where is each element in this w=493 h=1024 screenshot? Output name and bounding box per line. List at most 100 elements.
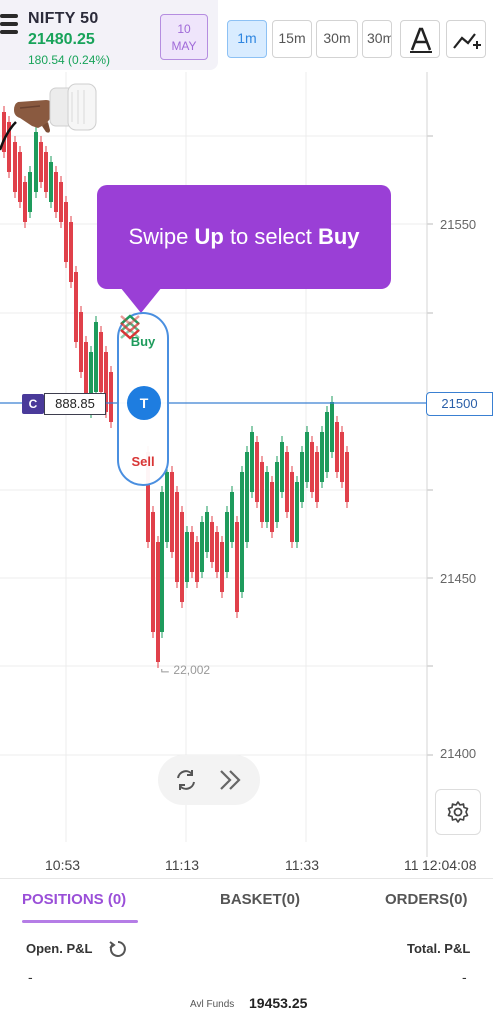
low-marker: ⌙ 22,002	[160, 663, 211, 677]
candle-body-13	[69, 222, 73, 282]
swipe-handle[interactable]: T	[127, 386, 161, 420]
candle-body-35	[210, 522, 214, 562]
current-price-label: 21500	[426, 392, 493, 416]
open-pnl-label: Open. P&L	[26, 941, 93, 956]
positions-panel: POSITIONS (0) BASKET(0) ORDERS(0) Open. …	[0, 878, 493, 1024]
candle-body-48	[275, 462, 279, 522]
candle-body-19	[99, 332, 103, 392]
candle-body-53	[300, 452, 304, 502]
candle-body-38	[225, 512, 229, 572]
text-tool-icon	[410, 27, 432, 53]
timeframe-30m-button[interactable]: 30m	[316, 20, 358, 58]
timeframe-1m-button[interactable]: 1m	[227, 20, 267, 58]
candle-body-24	[156, 542, 160, 662]
pointing-hand-icon	[0, 83, 97, 151]
candle-body-41	[240, 472, 244, 592]
fast-forward-icon[interactable]	[218, 768, 244, 792]
candle-body-30	[185, 532, 189, 582]
tooltip-arrow	[120, 287, 162, 313]
candle-body-23	[151, 512, 155, 632]
candle-body-58	[325, 412, 329, 472]
price-label-21400: 21400	[440, 746, 477, 761]
candle-body-21	[109, 372, 113, 422]
candle-body-5	[28, 172, 32, 212]
refresh-icon[interactable]	[108, 939, 128, 959]
candle-body-45	[260, 462, 264, 522]
tab-positions[interactable]: POSITIONS (0)	[22, 891, 126, 908]
indicator-tool-button[interactable]	[446, 20, 486, 58]
menu-icon[interactable]	[0, 14, 20, 40]
candle-body-4	[23, 182, 27, 222]
candle-body-12	[64, 202, 68, 262]
available-funds-label: Avl Funds	[190, 999, 235, 1010]
tooltip-prefix: Swipe	[128, 224, 195, 249]
refresh-icon[interactable]	[174, 768, 198, 792]
candle-body-54	[305, 432, 309, 482]
candle-body-60	[335, 422, 339, 472]
available-funds-value: 19453.25	[249, 995, 308, 1011]
candle-body-31	[190, 532, 194, 572]
open-pnl-value: -	[28, 969, 33, 985]
price-label-21450: 21450	[440, 571, 477, 586]
candle-body-49	[280, 442, 284, 492]
expiry-badge[interactable]: 10 MAY	[160, 14, 208, 60]
price-label-21550: 21550	[440, 217, 477, 232]
expiry-month: MAY	[171, 39, 197, 53]
swipe-trade-control[interactable]: Buy T Sell	[117, 312, 169, 486]
time-label-1133: 11:33	[285, 857, 319, 873]
price-chart[interactable]: 21550 21450 21400 10:53 11:13 11:33 11 1…	[0, 72, 493, 878]
candle-body-37	[220, 542, 224, 592]
symbol-change: 180.54 (0.24%)	[28, 53, 111, 67]
candle-body-62	[345, 452, 349, 502]
time-label-1053: 10:53	[45, 857, 81, 873]
candle-body-34	[205, 512, 209, 552]
header-bar: NIFTY 50 21480.25 180.54 (0.24%) 10 MAY …	[0, 0, 493, 72]
candle-body-57	[320, 432, 324, 482]
candle-body-44	[255, 442, 259, 502]
candle-body-32	[195, 542, 199, 582]
candle-body-18	[94, 322, 98, 392]
tab-basket[interactable]: BASKET(0)	[220, 891, 300, 908]
text-tool-button[interactable]	[400, 20, 440, 58]
c-badge: C	[22, 394, 44, 414]
candle-body-9	[49, 162, 53, 202]
candle-body-26	[165, 472, 169, 542]
tooltip-action: Buy	[317, 224, 360, 249]
swipe-sell-label: Sell	[131, 454, 155, 469]
symbol-info[interactable]: NIFTY 50 21480.25 180.54 (0.24%) 10 MAY	[0, 0, 218, 70]
total-pnl-value: -	[462, 969, 467, 985]
candle-body-11	[59, 182, 63, 222]
time-label-1113: 11:13	[165, 857, 199, 873]
candle-body-55	[310, 442, 314, 492]
candle-body-43	[250, 432, 254, 492]
total-pnl-label: Total. P&L	[407, 941, 471, 956]
chart-settings-button[interactable]	[435, 789, 481, 835]
candle-body-59	[330, 402, 334, 452]
candle-body-61	[340, 432, 344, 482]
candle-body-39	[230, 492, 234, 542]
tab-orders[interactable]: ORDERS(0)	[385, 891, 468, 908]
timeframe-more-button[interactable]: 30m	[362, 20, 392, 58]
candle-body-52	[295, 482, 299, 542]
timeframe-15m-button[interactable]: 15m	[272, 20, 312, 58]
candle-body-33	[200, 522, 204, 572]
expiry-day: 10	[177, 22, 191, 36]
candle-body-14	[74, 272, 78, 342]
candle-body-29	[180, 512, 184, 602]
candle-body-51	[290, 472, 294, 542]
candle-body-56	[315, 452, 319, 502]
candle-body-27	[170, 472, 174, 552]
time-label-partial: 11	[404, 857, 419, 873]
candle-body-42	[245, 452, 249, 542]
candle-body-28	[175, 492, 179, 582]
candle-body-36	[215, 532, 219, 572]
candle-body-25	[160, 492, 164, 632]
candle-body-47	[270, 482, 274, 532]
tooltip-middle: to select	[223, 224, 318, 249]
c-value: 888.85	[44, 393, 106, 415]
symbol-name: NIFTY 50	[28, 10, 99, 27]
candle-body-46	[265, 472, 269, 522]
candle-body-50	[285, 452, 289, 512]
active-tab-indicator	[22, 920, 138, 923]
candle-body-10	[54, 172, 58, 212]
